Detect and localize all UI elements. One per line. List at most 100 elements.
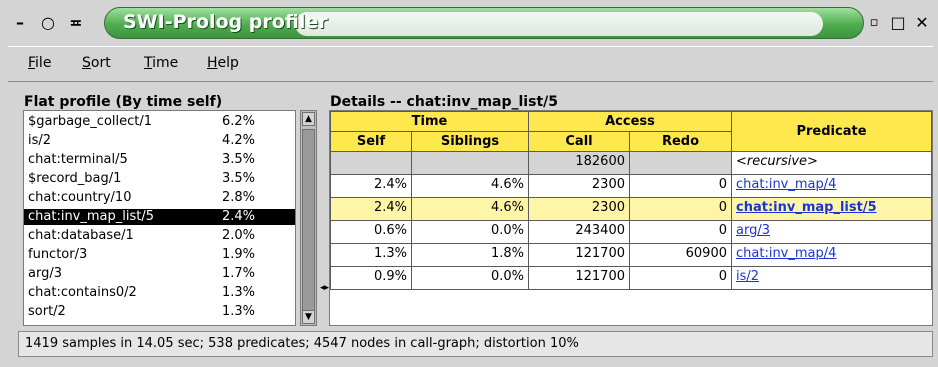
- status-bar: 1419 samples in 14.05 sec; 538 predicate…: [18, 331, 933, 357]
- details-siblings-cell: 0.0%: [411, 266, 529, 290]
- details-redo-cell: 60900: [629, 243, 732, 267]
- details-label: Details -- chat:inv_map_list/5: [330, 94, 558, 110]
- flat-profile-row[interactable]: functor/3 1.9%: [24, 247, 295, 263]
- predicate-name: is/2: [28, 133, 52, 148]
- details-siblings-cell: 1.8%: [411, 243, 529, 267]
- scroll-up-icon[interactable]: ▲: [302, 112, 315, 126]
- details-call-cell: 2300: [528, 197, 630, 221]
- menu-file[interactable]: File: [28, 55, 51, 71]
- details-call-cell: 182600: [528, 151, 630, 175]
- menu-sort[interactable]: Sort: [82, 55, 111, 71]
- predicate-link[interactable]: is/2: [736, 269, 759, 284]
- predicate-name: chat:terminal/5: [28, 152, 128, 167]
- predicate-name: chat:inv_map_list/5: [28, 209, 155, 224]
- flat-profile-row[interactable]: chat:contains0/2 1.3%: [24, 285, 295, 301]
- predicate-header: Predicate: [731, 111, 932, 152]
- flat-profile-row[interactable]: $garbage_collect/1 6.2%: [24, 114, 295, 130]
- menu-sort-label: ort: [90, 55, 111, 71]
- flat-profile-row[interactable]: chat:country/10 2.8%: [24, 190, 295, 206]
- predicate-name: functor/3: [28, 247, 88, 262]
- predicate-link[interactable]: chat:inv_map/4: [736, 177, 836, 192]
- shade-icon[interactable]: ○: [38, 13, 58, 33]
- menu-bar: File Sort Time Help: [8, 46, 933, 82]
- details-self-cell: [330, 151, 412, 175]
- details-predicate-cell: <recursive>: [731, 151, 932, 175]
- details-self-cell: 0.9%: [330, 266, 412, 290]
- details-redo-cell: 0: [629, 197, 732, 221]
- details-redo-cell: 0: [629, 220, 732, 244]
- close-icon[interactable]: ✕: [912, 13, 932, 33]
- flat-profile-scrollbar[interactable]: ▲ ▼: [300, 110, 317, 326]
- time-percent: 6.2%: [222, 114, 256, 129]
- flat-profile-row[interactable]: $record_bag/1 3.5%: [24, 171, 295, 187]
- menu-time-mnemonic: T: [144, 55, 153, 71]
- menu-icon[interactable]: ≖: [66, 13, 86, 33]
- self-header: Self: [330, 131, 412, 152]
- access-header: Access: [528, 111, 732, 132]
- title-sheen: [295, 12, 823, 36]
- scroll-down-icon[interactable]: ▼: [302, 310, 315, 324]
- time-percent: 3.5%: [222, 171, 256, 186]
- details-redo-cell: 0: [629, 266, 732, 290]
- flat-profile-row[interactable]: chat:inv_map_list/5 2.4%: [24, 209, 295, 225]
- details-predicate-cell[interactable]: chat:inv_map/4: [731, 243, 932, 267]
- time-percent: 2.4%: [222, 209, 256, 224]
- flat-profile-row[interactable]: arg/3 1.7%: [24, 266, 295, 282]
- predicate-link[interactable]: chat:inv_map/4: [736, 246, 836, 261]
- flat-profile-label: Flat profile (By time self): [24, 94, 223, 110]
- time-percent: 3.5%: [222, 152, 256, 167]
- time-percent: 1.7%: [222, 266, 256, 281]
- details-predicate-cell[interactable]: is/2: [731, 266, 932, 290]
- siblings-header: Siblings: [411, 131, 529, 152]
- details-siblings-cell: 4.6%: [411, 197, 529, 221]
- details-predicate-cell[interactable]: chat:inv_map/4: [731, 174, 932, 198]
- flat-profile-list[interactable]: $garbage_collect/1 6.2% is/2 4.2% chat:termi…: [23, 110, 296, 326]
- details-call-cell: 121700: [528, 243, 630, 267]
- scroll-thumb[interactable]: [302, 129, 315, 311]
- time-header: Time: [330, 111, 529, 132]
- predicate-name: chat:database/1: [28, 228, 134, 243]
- flat-profile-row[interactable]: chat:database/1 2.0%: [24, 228, 295, 244]
- flat-profile-row[interactable]: sort/2 1.3%: [24, 304, 295, 320]
- details-call-cell: 2300: [528, 174, 630, 198]
- predicate-link[interactable]: arg/3: [736, 223, 770, 238]
- details-redo-cell: [629, 151, 732, 175]
- iconify-icon[interactable]: ▫: [864, 13, 884, 33]
- predicate-name: chat:contains0/2: [28, 285, 137, 300]
- time-percent: 1.3%: [222, 285, 256, 300]
- profiler-window: – ○ ≖ SWI-Prolog profiler ▫ □ ✕ File Sor…: [0, 0, 938, 367]
- flat-profile-row[interactable]: chat:terminal/5 3.5%: [24, 152, 295, 168]
- details-redo-cell: 0: [629, 174, 732, 198]
- flat-profile-row[interactable]: is/2 4.2%: [24, 133, 295, 149]
- details-predicate-cell[interactable]: arg/3: [731, 220, 932, 244]
- details-self-cell: 2.4%: [330, 174, 412, 198]
- window-title: SWI-Prolog profiler: [123, 11, 328, 33]
- redo-header: Redo: [629, 131, 732, 152]
- details-self-cell: 0.6%: [330, 220, 412, 244]
- time-percent: 1.3%: [222, 304, 256, 319]
- menu-time-label: ime: [152, 55, 179, 71]
- details-call-cell: 121700: [528, 266, 630, 290]
- details-siblings-cell: 4.6%: [411, 174, 529, 198]
- details-self-cell: 2.4%: [330, 197, 412, 221]
- predicate-name: $garbage_collect/1: [28, 114, 153, 129]
- predicate-name: chat:country/10: [28, 190, 132, 205]
- menu-help[interactable]: Help: [207, 55, 239, 71]
- predicate-name: sort/2: [28, 304, 66, 319]
- title-bar: – ○ ≖ SWI-Prolog profiler ▫ □ ✕: [4, 4, 934, 42]
- call-header: Call: [528, 131, 630, 152]
- time-percent: 2.0%: [222, 228, 256, 243]
- maximize-icon[interactable]: □: [888, 13, 908, 33]
- predicate-name: $record_bag/1: [28, 171, 122, 186]
- minimize-icon[interactable]: –: [10, 13, 30, 33]
- menu-time[interactable]: Time: [144, 55, 178, 71]
- title-pill[interactable]: SWI-Prolog profiler: [104, 7, 864, 39]
- details-call-cell: 243400: [528, 220, 630, 244]
- details-table: Time Access Predicate Self Siblings Call…: [329, 110, 933, 326]
- menu-help-mnemonic: H: [207, 55, 218, 71]
- details-siblings-cell: [411, 151, 529, 175]
- details-predicate-cell[interactable]: chat:inv_map_list/5: [731, 197, 932, 221]
- time-percent: 1.9%: [222, 247, 256, 262]
- predicate-link[interactable]: chat:inv_map_list/5: [736, 200, 877, 215]
- predicate-name: arg/3: [28, 266, 62, 281]
